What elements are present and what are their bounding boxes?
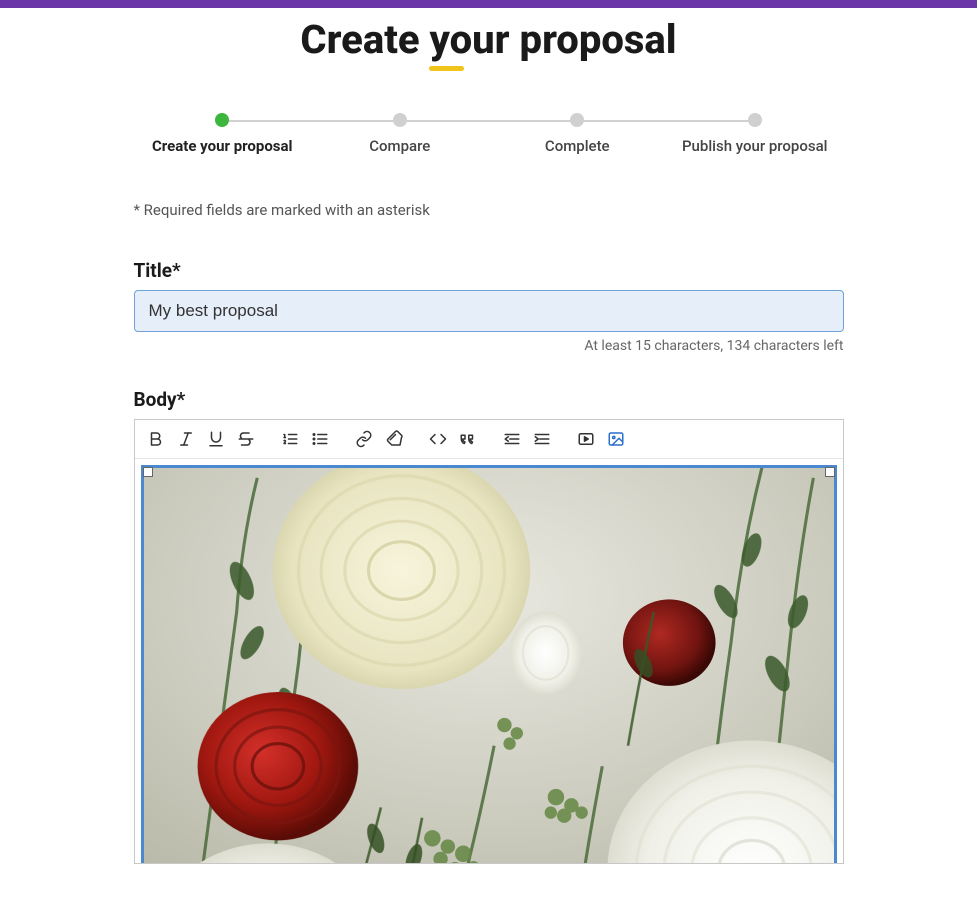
video-icon [577,430,595,448]
editor-content-area[interactable] [135,459,843,863]
outdent-button[interactable] [499,426,525,452]
title-char-info: At least 15 characters, 134 characters l… [134,338,844,354]
step-dot [748,113,762,127]
title-underline [429,66,464,71]
resize-handle-top-left[interactable] [143,467,153,477]
unlink-button[interactable] [381,426,407,452]
step-progress: Create your proposal Compare Complete Pu… [134,113,844,155]
link-button[interactable] [351,426,377,452]
selected-image[interactable] [141,465,837,863]
strike-button[interactable] [233,426,259,452]
image-button[interactable] [603,426,629,452]
resize-handle-top-right[interactable] [825,467,835,477]
link-icon [355,430,373,448]
body-label: Body* [134,388,844,411]
underline-icon [207,430,225,448]
step-label: Publish your proposal [682,137,828,155]
step-label: Create your proposal [152,137,293,155]
image-icon [607,430,625,448]
indent-icon [533,430,551,448]
quote-icon [459,430,477,448]
step-compare: Compare [311,113,489,155]
step-dot [215,113,229,127]
code-button[interactable] [425,426,451,452]
ordered-list-button[interactable] [277,426,303,452]
step-label: Complete [545,137,610,155]
step-label: Compare [369,137,430,155]
page-title: Create your proposal [300,16,676,63]
video-button[interactable] [573,426,599,452]
step-publish: Publish your proposal [666,113,844,155]
step-dot [570,113,584,127]
outdent-icon [503,430,521,448]
indent-button[interactable] [529,426,555,452]
unordered-list-icon [311,430,329,448]
unordered-list-button[interactable] [307,426,333,452]
strike-icon [237,430,255,448]
code-icon [429,430,447,448]
italic-icon [177,430,195,448]
title-label: Title* [134,259,844,282]
title-input[interactable] [134,290,844,332]
embedded-image [144,468,834,863]
eraser-icon [385,430,403,448]
underline-button[interactable] [203,426,229,452]
bold-icon [147,430,165,448]
step-complete: Complete [489,113,667,155]
top-accent-bar [0,0,977,8]
required-fields-note: * Required fields are marked with an ast… [134,201,844,219]
editor-toolbar [135,420,843,459]
ordered-list-icon [281,430,299,448]
rich-text-editor [134,419,844,864]
quote-button[interactable] [455,426,481,452]
step-dot [393,113,407,127]
italic-button[interactable] [173,426,199,452]
step-create-proposal: Create your proposal [134,113,312,155]
bold-button[interactable] [143,426,169,452]
